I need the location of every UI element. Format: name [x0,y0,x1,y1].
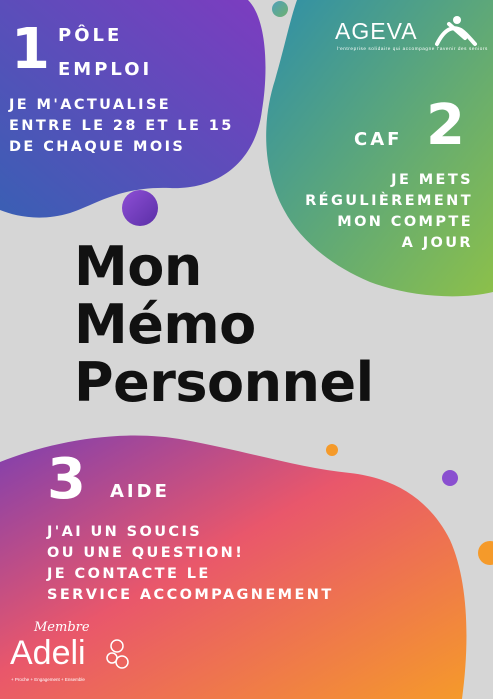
section2-heading: CAF [354,129,403,150]
ageva-figure-icon [435,16,477,46]
dot-purple [122,190,158,226]
adeli-bubbles-icon [106,639,129,669]
adeli-logo: Membre Adeli + Proche + Engagement + Ens… [8,620,133,690]
section1-number: 1 [11,17,50,82]
dot-right-purple [442,470,458,486]
adeli-logo-membre: Membre [34,620,90,635]
title-line-3: Personnel [74,351,374,414]
poster: 1 PÔLE EMPLOI JE M'ACTUALISE ENTRE LE 28… [0,0,493,699]
poster-title: Mon Mémo Personnel [74,238,374,412]
section3-number: 3 [47,447,86,512]
title-line-1: Mon [74,235,202,298]
section3-heading: AIDE [110,481,170,502]
adeli-logo-name: Adeli [10,634,86,672]
section2-number: 2 [426,93,465,158]
dot-small-orange [326,444,338,456]
adeli-logo-tagline: + Proche + Engagement + Ensemble [11,677,85,682]
ageva-logo: AGEVA l'entreprise solidaire qui accompa… [335,14,487,54]
dot-right-orange [478,541,493,565]
section1-text: JE M'ACTUALISE ENTRE LE 28 ET LE 15 DE C… [9,97,234,155]
title-line-2: Mémo [74,293,256,356]
ageva-logo-name: AGEVA [335,18,418,44]
dot-top [272,1,288,17]
section1-heading-line1: PÔLE [58,25,123,46]
section3-text: J'AI UN SOUCIS OU UNE QUESTION! JE CONTA… [47,524,334,603]
section1-heading-line2: EMPLOI [58,59,153,80]
ageva-logo-tagline: l'entreprise solidaire qui accompagne l'… [337,46,488,51]
